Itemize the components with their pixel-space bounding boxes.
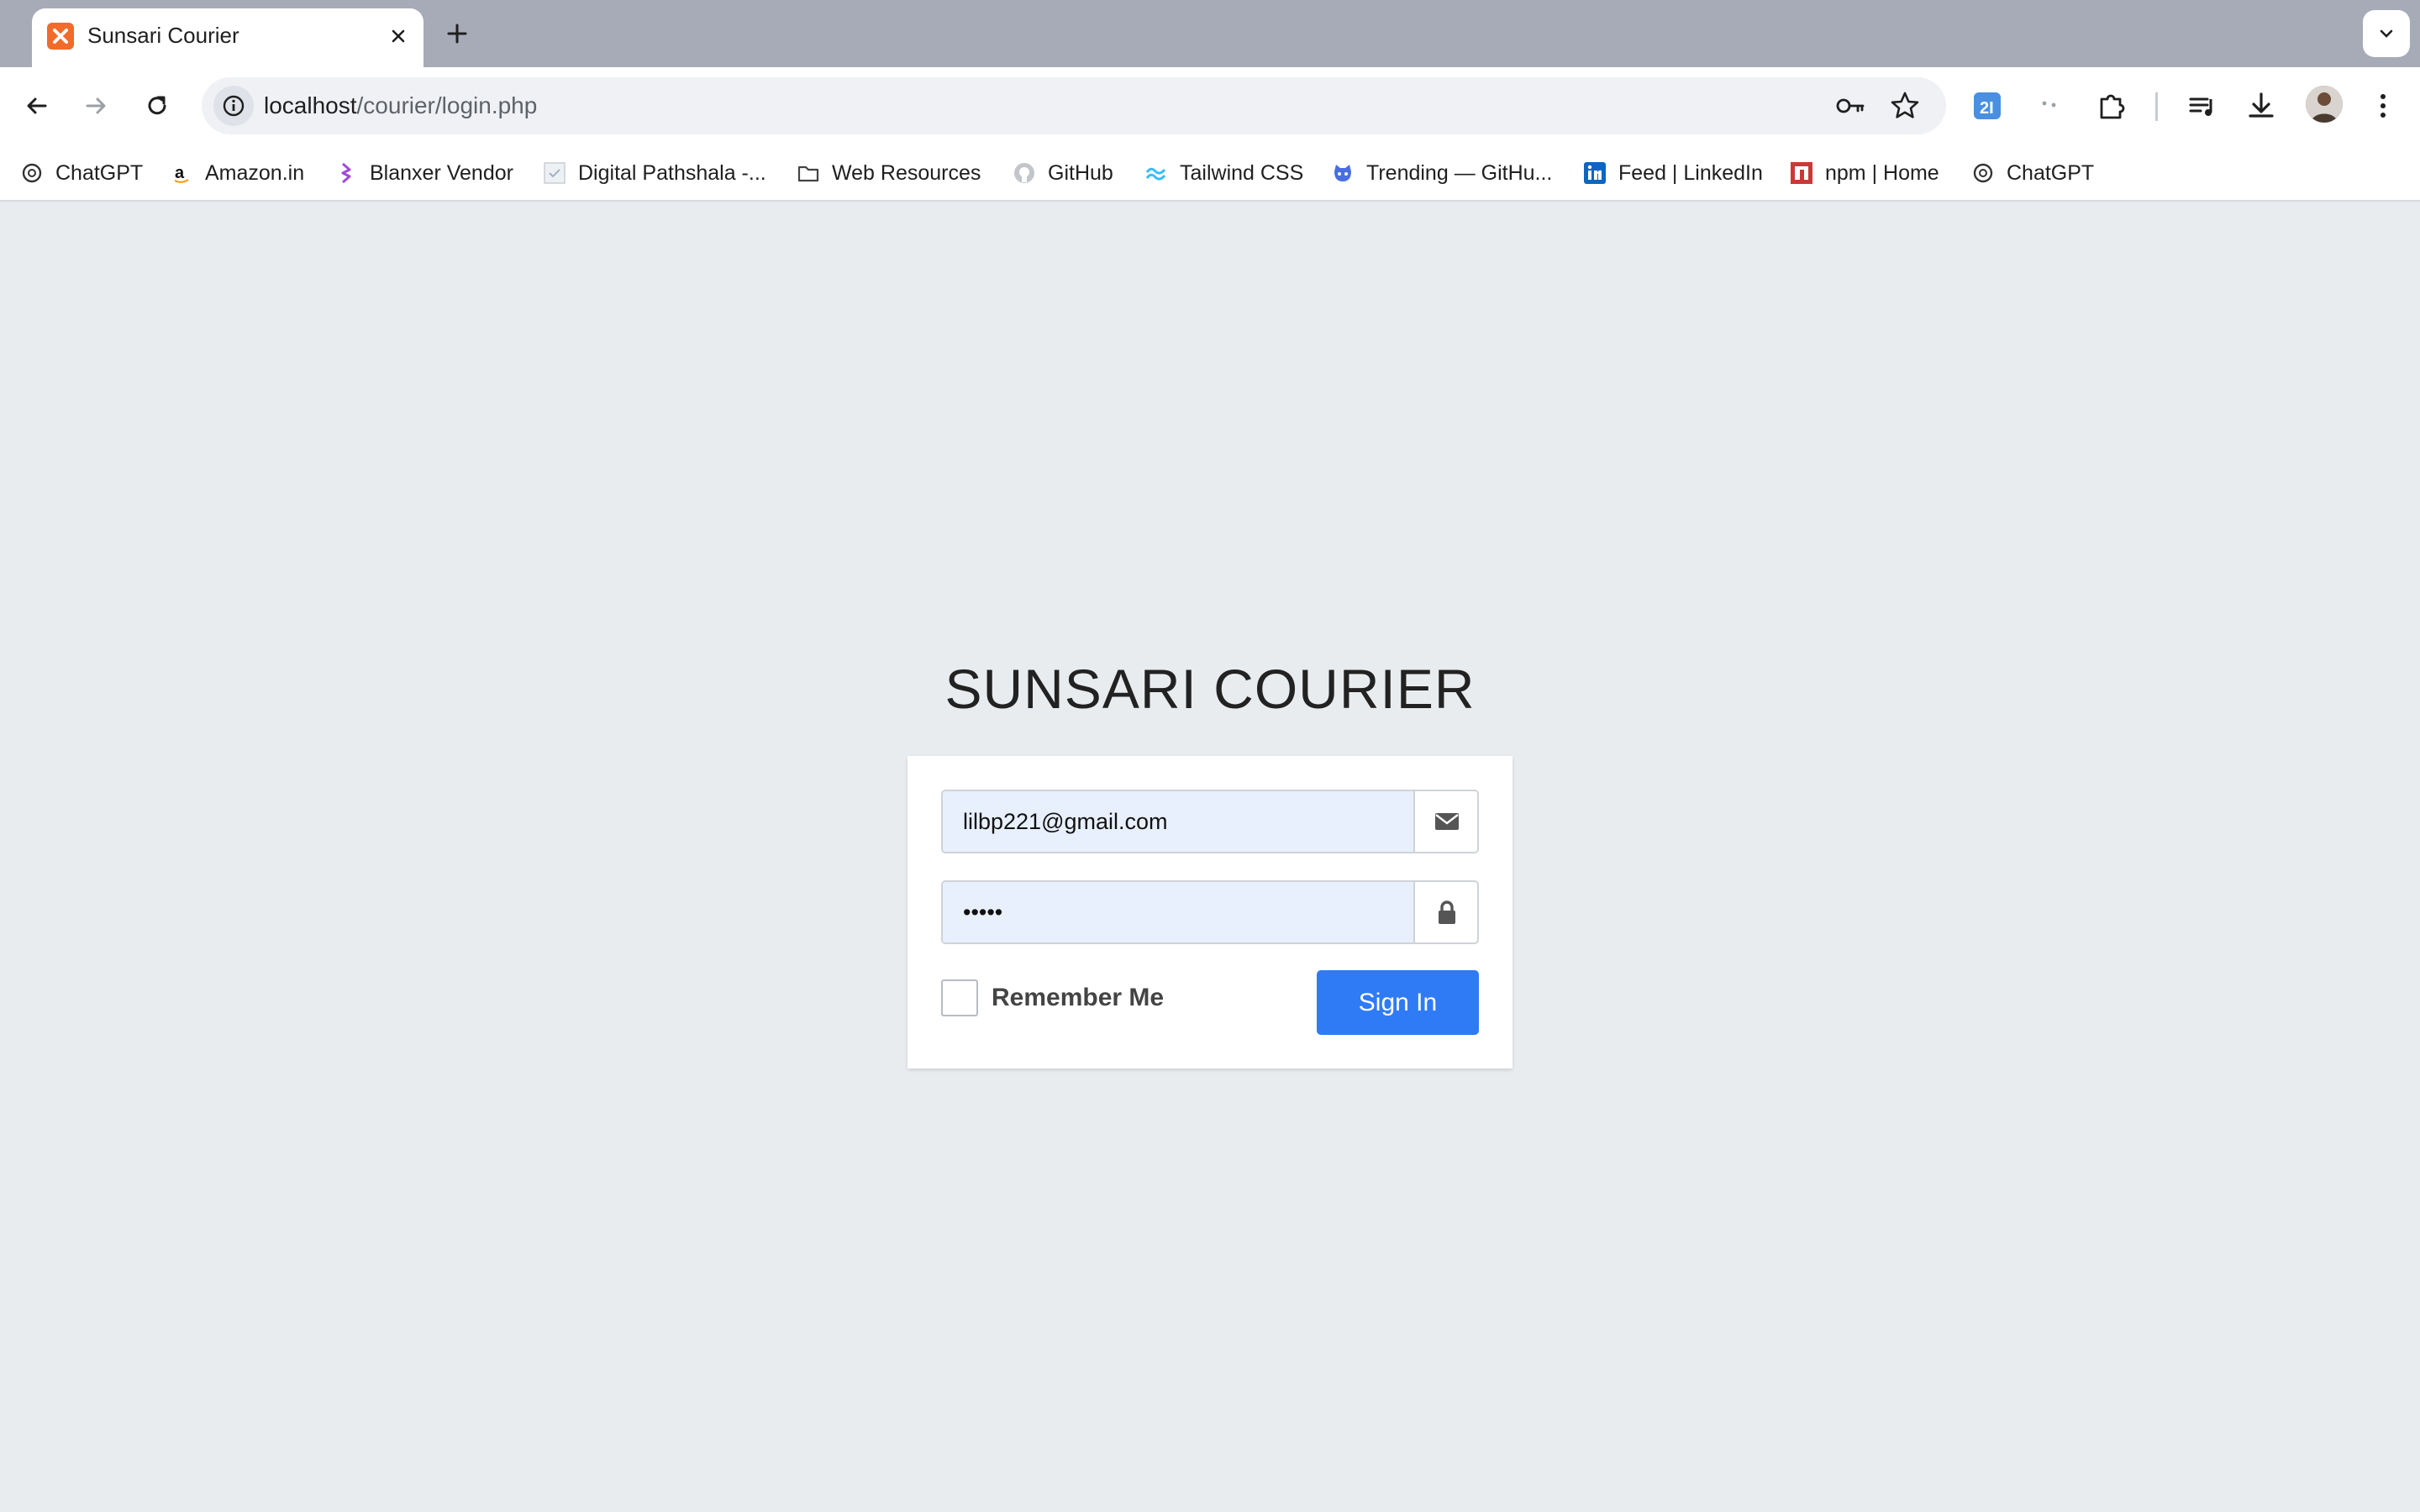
bookmark-label: Feed | LinkedIn	[1618, 161, 1763, 185]
svg-text:a: a	[175, 164, 185, 182]
browser-tab[interactable]: Sunsari Courier	[32, 8, 424, 67]
page-icon	[543, 161, 566, 185]
bookmark-label: Tailwind CSS	[1180, 161, 1304, 185]
folder-icon	[797, 161, 820, 185]
downloads-icon[interactable]	[2239, 84, 2283, 128]
bookmark-tailwind-css[interactable]: Tailwind CSS	[1144, 156, 1303, 190]
brand-title: SUNSARI COURIER	[944, 658, 1476, 720]
bookmark-github[interactable]: GitHub	[1013, 156, 1113, 190]
site-info-icon[interactable]	[213, 86, 254, 126]
envelope-icon	[1413, 791, 1477, 852]
tab-search-chevron-icon[interactable]	[2363, 10, 2410, 57]
bookmark-label: npm | Home	[1825, 161, 1939, 185]
browser-menu-icon[interactable]	[2361, 84, 2405, 128]
blanxer-icon	[334, 161, 358, 185]
tab-close-icon[interactable]	[385, 23, 412, 50]
svg-text:2I: 2I	[1980, 99, 1994, 118]
translate-extension-icon[interactable]: 2I	[1965, 84, 2009, 128]
remember-me-label[interactable]: Remember Me	[992, 984, 1164, 1012]
profile-avatar[interactable]	[2306, 86, 2343, 123]
bookmark-label: Blanxer Vendor	[370, 161, 513, 185]
back-arrow-icon[interactable]	[17, 86, 57, 126]
npm-icon	[1790, 161, 1813, 185]
bookmark-npm[interactable]: npm | Home	[1790, 156, 1939, 190]
bookmarks-bar: ChatGPT a Amazon.in Blanxer Vendor Digit…	[0, 144, 2420, 202]
sign-in-button[interactable]: Sign In	[1317, 970, 1479, 1035]
url-host: localhost	[264, 92, 357, 118]
bookmark-star-icon[interactable]	[1888, 89, 1922, 123]
bookmark-label: GitHub	[1048, 161, 1113, 185]
bookmark-digital-pathshala[interactable]: Digital Pathshala -...	[543, 156, 766, 190]
browser-toolbar: localhost/courier/login.php 2I	[0, 67, 2420, 144]
bookmark-label: ChatGPT	[55, 161, 144, 185]
bookmark-folder-web-resources[interactable]: Web Resources	[797, 156, 981, 190]
email-input-group	[941, 790, 1479, 853]
url-path: /courier/login.php	[356, 92, 538, 118]
password-input-group	[941, 880, 1479, 944]
tab-title: Sunsari Courier	[87, 23, 239, 48]
bookmark-chatgpt[interactable]: ChatGPT	[20, 156, 143, 190]
lock-icon	[1413, 882, 1477, 942]
bookmark-label: Trending — GitHu...	[1366, 161, 1553, 185]
reload-icon[interactable]	[137, 86, 177, 126]
bookmark-label: Digital Pathshala -...	[578, 161, 766, 185]
bookmark-label: Web Resources	[832, 161, 981, 185]
bookmark-amazon[interactable]: a Amazon.in	[170, 156, 304, 190]
chatgpt-icon	[1971, 161, 1995, 185]
loading-extension-icon[interactable]	[2028, 84, 2071, 128]
forward-arrow-icon[interactable]	[76, 86, 116, 126]
github-icon	[1013, 161, 1036, 185]
tab-strip: Sunsari Courier	[0, 0, 2420, 67]
login-card: Remember Me Sign In	[908, 756, 1512, 1068]
remember-me-checkbox[interactable]	[941, 979, 978, 1016]
xampp-favicon-icon	[47, 23, 74, 50]
password-key-icon[interactable]	[1833, 89, 1867, 123]
bookmark-label: Amazon.in	[205, 161, 305, 185]
new-tab-icon[interactable]	[440, 17, 474, 50]
bookmark-chatgpt-2[interactable]: ChatGPT	[1971, 156, 2094, 190]
toolbar-separator	[2155, 92, 2158, 121]
extensions-puzzle-icon[interactable]	[2090, 84, 2133, 128]
chatgpt-icon	[20, 161, 44, 185]
bookmark-blanxer-vendor[interactable]: Blanxer Vendor	[334, 156, 513, 190]
linkedin-icon	[1583, 161, 1607, 185]
password-field[interactable]	[943, 882, 1413, 942]
address-bar[interactable]: localhost/courier/login.php	[202, 77, 1946, 134]
bookmark-linkedin[interactable]: Feed | LinkedIn	[1583, 156, 1763, 190]
amazon-icon: a	[170, 161, 193, 185]
octocat-icon	[1331, 161, 1355, 185]
url-text[interactable]: localhost/courier/login.php	[264, 91, 537, 121]
bookmark-label: ChatGPT	[2007, 161, 2095, 185]
remember-me: Remember Me	[941, 979, 1164, 1016]
tailwind-icon	[1144, 161, 1168, 185]
media-controls-icon[interactable]	[2181, 84, 2224, 128]
email-field[interactable]	[943, 791, 1413, 852]
bookmark-github-trending[interactable]: Trending — GitHu...	[1331, 156, 1552, 190]
